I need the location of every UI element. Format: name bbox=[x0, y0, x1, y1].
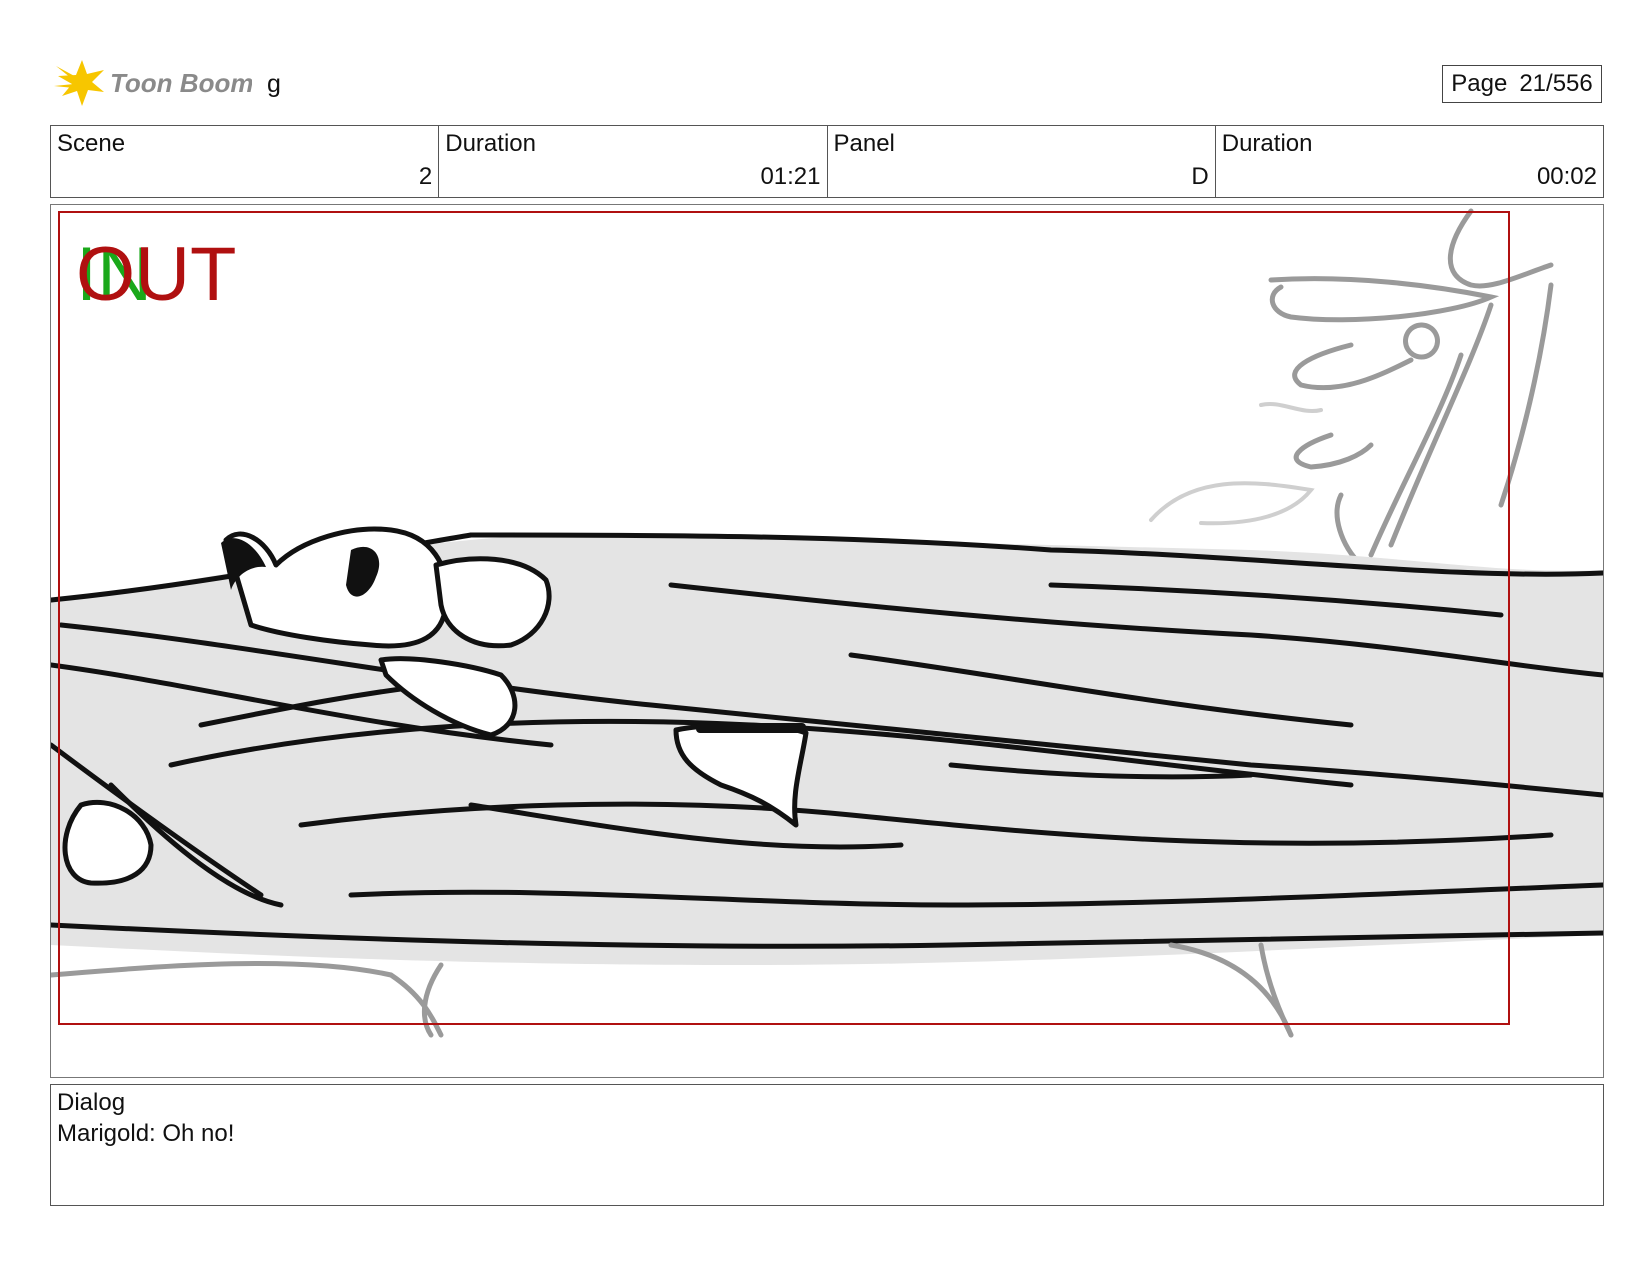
panel-duration-value: 00:02 bbox=[1536, 163, 1597, 190]
dialog-label: Dialog bbox=[57, 1089, 126, 1116]
scene-value: 2 bbox=[418, 163, 433, 190]
panel-cell: Panel D bbox=[828, 126, 1216, 197]
panel-value: D bbox=[1191, 163, 1209, 190]
scene-info-row: Scene 2 Duration 01:21 Panel D Duration … bbox=[50, 125, 1604, 198]
page-label: Page bbox=[1451, 70, 1508, 97]
dialog-text: Marigold: Oh no! bbox=[57, 1120, 235, 1147]
page-value: 21/556 bbox=[1519, 70, 1593, 97]
storyboard-panel: IN OUT bbox=[50, 204, 1604, 1078]
toon-boom-logo: Toon Boom bbox=[52, 56, 252, 110]
brand-name: Toon Boom bbox=[110, 68, 252, 98]
scene-cell: Scene 2 bbox=[51, 126, 440, 197]
panel-sketch: IN OUT bbox=[51, 208, 1603, 1038]
panel-duration-label: Duration bbox=[1221, 130, 1313, 157]
scene-duration-value: 01:21 bbox=[760, 163, 821, 190]
scene-duration-label: Duration bbox=[445, 130, 536, 157]
panel-label: Panel bbox=[833, 130, 895, 157]
page-indicator: Page 21/556 bbox=[1442, 65, 1602, 103]
scene-duration-cell: Duration 01:21 bbox=[439, 126, 828, 197]
scene-label: Scene bbox=[57, 130, 126, 157]
out-marker: OUT bbox=[76, 232, 236, 317]
toon-boom-star-icon: Toon Boom bbox=[54, 60, 252, 106]
project-name: g bbox=[267, 70, 281, 98]
dialog-box: Dialog Marigold: Oh no! bbox=[50, 1084, 1604, 1206]
panel-duration-cell: Duration 00:02 bbox=[1216, 126, 1603, 197]
